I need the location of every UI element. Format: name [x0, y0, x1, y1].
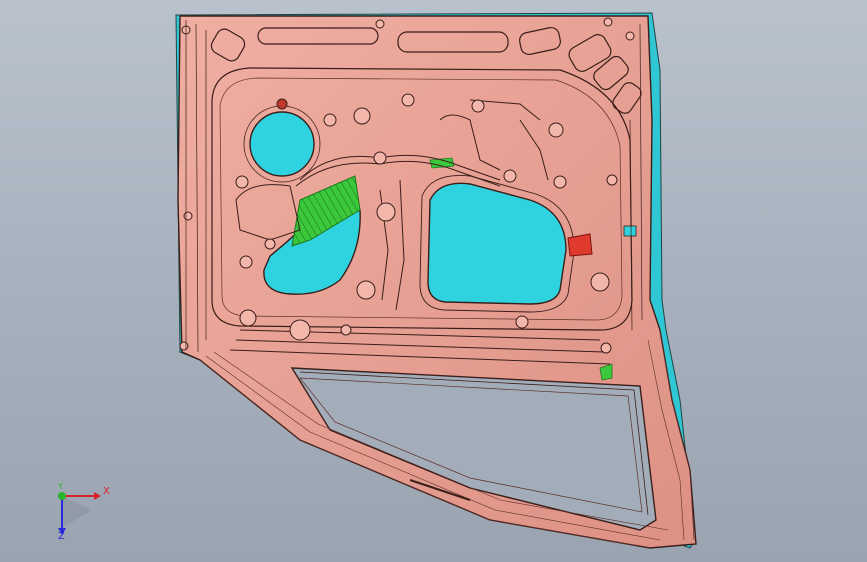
door-panel-model[interactable]: [0, 0, 867, 562]
y-axis-point: [58, 492, 66, 500]
red-bracket: [567, 233, 593, 257]
z-axis-label: Z: [58, 531, 65, 542]
y-axis-label: Y: [58, 482, 63, 491]
cad-3d-viewport[interactable]: X Y Z: [0, 0, 867, 562]
x-axis-label: X: [103, 486, 110, 497]
speaker-opening: [249, 111, 315, 177]
coordinate-triad: [58, 492, 101, 535]
